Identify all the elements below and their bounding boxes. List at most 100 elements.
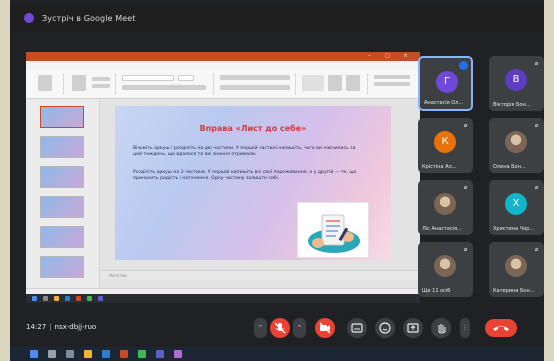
notes-placeholder: Нотатки <box>109 273 127 278</box>
mic-muted-icon: ⌀ <box>463 184 468 191</box>
windows-taskbar <box>10 347 544 361</box>
shapes-icon[interactable] <box>302 75 324 91</box>
participant-tile[interactable]: Катерина Бон... ⌀ <box>489 242 544 297</box>
align-icons[interactable] <box>220 85 290 90</box>
camera-options-icon[interactable]: ^ <box>293 318 306 338</box>
chrome-icon <box>87 296 92 301</box>
slide-paragraph: Розділіть аркуш на 2 частини. У першій н… <box>133 170 357 182</box>
ribbon-group-drawing <box>298 73 368 95</box>
more-icon[interactable]: ⋮ <box>460 318 470 338</box>
participant-tile[interactable]: Олена Бон... ⌀ <box>489 118 544 173</box>
edge-icon <box>65 296 70 301</box>
font-size-select[interactable] <box>178 75 194 81</box>
participant-name: Христина Чор... <box>493 226 535 232</box>
reset-icon[interactable] <box>92 84 110 88</box>
mic-off-icon[interactable] <box>270 318 290 338</box>
shared-taskbar <box>26 294 420 303</box>
new-slide-icon[interactable] <box>72 75 86 91</box>
ppt-close-icon[interactable]: × <box>402 53 409 59</box>
participant-tile[interactable]: К Крістіна Ал... ⌀ <box>418 118 473 173</box>
chrome-taskbar-icon[interactable] <box>138 350 146 358</box>
font-format-icons[interactable] <box>122 85 206 90</box>
slide-thumbnail[interactable] <box>40 256 84 278</box>
ppt-ribbon <box>26 69 420 99</box>
browser-icon[interactable] <box>102 350 110 358</box>
meet-window: Зустріч в Google Meet – □ × Вправа «Лист… <box>10 0 544 361</box>
paste-icon[interactable] <box>38 75 52 91</box>
mic-muted-icon: ⌀ <box>534 60 539 67</box>
slide-title: Вправа «Лист до себе» <box>199 124 307 133</box>
ribbon-group-clipboard <box>30 73 64 95</box>
mic-muted-icon: ⌀ <box>534 184 539 191</box>
slide-thumbnails <box>26 100 100 288</box>
avatar <box>505 131 527 153</box>
mic-muted-icon: ⌀ <box>463 122 468 129</box>
slide-thumbnail[interactable] <box>40 166 84 188</box>
notes-pane[interactable]: Нотатки <box>101 270 420 279</box>
taskbar-search-icon[interactable] <box>48 350 56 358</box>
avatar: В <box>505 69 527 91</box>
participant-tile[interactable]: Г Анастасія Ол... <box>418 56 473 111</box>
ppt-menu-bar <box>26 61 420 69</box>
participant-tile[interactable]: В Вікторія Бон... ⌀ <box>489 56 544 111</box>
layout-icon[interactable] <box>92 77 110 81</box>
ppt-minimize-icon[interactable]: – <box>366 53 373 59</box>
powerpoint-taskbar-icon[interactable] <box>120 350 128 358</box>
participant-name: Крістіна Ал... <box>422 164 457 170</box>
participant-name: Анастасія Ол... <box>424 100 464 106</box>
font-name-select[interactable] <box>122 75 174 81</box>
camera-off-icon[interactable] <box>315 318 335 338</box>
present-icon[interactable] <box>403 318 423 338</box>
avatar <box>434 193 456 215</box>
avatar: Г <box>436 71 458 93</box>
mic-active-icon <box>459 61 468 70</box>
participant-tile[interactable]: Ліс Анастасія... ⌀ <box>418 180 473 235</box>
mic-muted-icon: ⌀ <box>534 246 539 253</box>
find-icon[interactable] <box>374 75 410 79</box>
teams-icon <box>98 296 103 301</box>
ribbon-group-editing <box>370 73 416 95</box>
list-icons[interactable] <box>220 75 290 80</box>
mic-muted-icon: ⌀ <box>534 122 539 129</box>
slide-illustration <box>297 202 369 258</box>
ppt-maximize-icon[interactable]: □ <box>384 53 391 59</box>
slide-thumbnail[interactable] <box>40 106 84 128</box>
file-explorer-icon[interactable] <box>84 350 92 358</box>
folder-icon <box>54 296 59 301</box>
window-title: Зустріч в Google Meet <box>42 13 136 23</box>
meeting-info: 14:27 | nsx-dbjj-ruo <box>26 323 96 331</box>
meeting-time: 14:27 <box>26 323 47 331</box>
replace-icon[interactable] <box>374 82 410 86</box>
arrange-icon[interactable] <box>328 75 342 91</box>
window-titlebar: Зустріч в Google Meet <box>10 5 544 31</box>
meeting-info-separator: | <box>49 323 52 331</box>
avatar: К <box>434 131 456 153</box>
hand-icon[interactable] <box>431 318 451 338</box>
participant-name: Катерина Бон... <box>493 288 535 294</box>
current-slide: Вправа «Лист до себе» Візьміть аркуш і р… <box>115 106 391 260</box>
mic-options-icon[interactable]: ^ <box>254 318 267 338</box>
phone-hangup-icon[interactable] <box>485 319 517 337</box>
participant-tile[interactable]: Ще 11 осіб ⌀ <box>418 242 473 297</box>
captions-icon[interactable] <box>347 318 367 338</box>
task-view-icon[interactable] <box>66 350 74 358</box>
app-taskbar-icon[interactable] <box>156 350 164 358</box>
participant-name: Ліс Анастасія... <box>422 226 462 232</box>
participant-tile[interactable]: Х Христина Чор... ⌀ <box>489 180 544 235</box>
avatar <box>505 255 527 277</box>
ppt-titlebar: – □ × <box>26 52 420 61</box>
avatar <box>434 255 456 277</box>
participant-name: Ще 11 осіб <box>422 288 451 294</box>
slide-thumbnail[interactable] <box>40 136 84 158</box>
slide-thumbnail[interactable] <box>40 226 84 248</box>
emoji-icon[interactable] <box>375 318 395 338</box>
slide-thumbnail[interactable] <box>40 196 84 218</box>
quick-styles-icon[interactable] <box>346 75 360 91</box>
powerpoint-icon <box>76 296 81 301</box>
media-taskbar-icon[interactable] <box>174 350 182 358</box>
participant-name: Вікторія Бон... <box>493 102 531 108</box>
windows-start-icon[interactable] <box>30 350 38 358</box>
ribbon-group-paragraph <box>216 73 296 95</box>
ribbon-group-slides <box>66 73 116 95</box>
start-icon <box>32 296 37 301</box>
